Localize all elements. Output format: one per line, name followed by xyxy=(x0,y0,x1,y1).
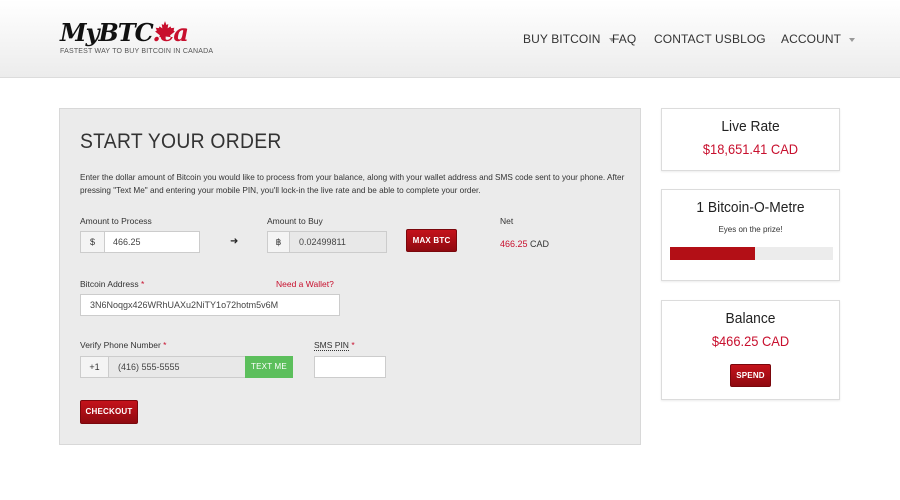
nav-contact-us[interactable]: CONTACT US xyxy=(654,32,732,46)
order-description: Enter the dollar amount of Bitcoin you w… xyxy=(80,173,625,195)
text-me-button[interactable]: TEXT ME xyxy=(245,356,293,378)
bitcoin-address-label-text: Bitcoin Address xyxy=(80,279,139,289)
amount-buy-input[interactable]: ฿ 0.02499811 xyxy=(267,231,387,253)
site-header: MyBTC.ca FASTEST WAY TO BUY BITCOIN IN C… xyxy=(0,0,900,78)
nav-blog[interactable]: BLOG xyxy=(732,32,766,46)
order-panel: START YOUR ORDER Enter the dollar amount… xyxy=(59,108,641,445)
meter-subtitle: Eyes on the prize! xyxy=(718,225,783,234)
required-mark: * xyxy=(163,340,167,350)
bitcoin-o-metre-card: 1 Bitcoin-O-Metre Eyes on the prize! xyxy=(661,189,840,281)
nav-account[interactable]: ACCOUNT xyxy=(781,32,856,46)
net-value: 466.25 CAD xyxy=(500,239,549,249)
dollar-prefix: $ xyxy=(81,232,105,252)
live-rate-title: Live Rate xyxy=(721,118,780,135)
sms-pin-input[interactable] xyxy=(314,356,386,378)
balance-title: Balance xyxy=(725,310,776,327)
need-wallet-link[interactable]: Need a Wallet? xyxy=(276,279,334,289)
bitcoin-address-label: Bitcoin Address * xyxy=(80,279,144,289)
phone-country-prefix: +1 xyxy=(81,357,109,377)
balance-value: $466.25 CAD xyxy=(711,333,790,349)
maple-leaf-icon xyxy=(155,21,175,41)
amount-buy-value: 0.02499811 xyxy=(299,237,346,247)
meter-title: 1 Bitcoin-O-Metre xyxy=(696,199,805,216)
sms-pin-label-text: SMS PIN xyxy=(314,340,349,351)
live-rate-card: Live Rate $18,651.41 CAD xyxy=(661,108,840,171)
nav-faq-label: FAQ xyxy=(612,32,637,46)
max-btc-button[interactable]: MAX BTC xyxy=(406,229,457,252)
arrow-right-icon: ➜ xyxy=(230,236,239,247)
phone-label-text: Verify Phone Number xyxy=(80,340,161,350)
logo-main: BTC xyxy=(98,18,154,47)
checkout-button[interactable]: CHECKOUT xyxy=(80,400,138,424)
spend-button[interactable]: SPEND xyxy=(730,364,771,387)
live-rate-value: $18,651.41 CAD xyxy=(702,141,799,157)
site-logo[interactable]: MyBTC.ca FASTEST WAY TO BUY BITCOIN IN C… xyxy=(60,18,230,58)
required-mark: * xyxy=(351,340,355,350)
nav-buy-bitcoin[interactable]: BUY BITCOIN xyxy=(523,32,615,46)
net-amount: 466.25 xyxy=(500,239,528,249)
progress-bar xyxy=(670,247,833,260)
amount-buy-label: Amount to Buy xyxy=(267,216,323,226)
net-label: Net xyxy=(500,216,514,226)
required-mark: * xyxy=(140,279,145,289)
bitcoin-prefix: ฿ xyxy=(268,232,290,252)
logo-prefix: My xyxy=(60,18,100,47)
amount-process-value: 466.25 xyxy=(113,237,141,247)
amount-process-label: Amount to Process xyxy=(80,216,152,226)
nav-blog-label: BLOG xyxy=(732,32,766,46)
phone-input[interactable]: +1 (416) 555-5555 xyxy=(80,356,246,378)
chevron-down-icon xyxy=(849,37,856,42)
amount-process-input[interactable]: $ 466.25 xyxy=(80,231,200,253)
net-currency: CAD xyxy=(530,239,550,249)
logo-tagline: FASTEST WAY TO BUY BITCOIN IN CANADA xyxy=(60,48,214,55)
balance-card: Balance $466.25 CAD SPEND xyxy=(661,300,840,400)
nav-contact-us-label: CONTACT US xyxy=(654,32,732,46)
bitcoin-address-value: 3N6Noqgx426WRhUAXu2NiTY1o72hotm5v6M xyxy=(90,300,279,310)
phone-value: (416) 555-5555 xyxy=(118,362,180,372)
bitcoin-address-input[interactable]: 3N6Noqgx426WRhUAXu2NiTY1o72hotm5v6M xyxy=(80,294,340,316)
nav-account-label: ACCOUNT xyxy=(781,32,842,46)
phone-label: Verify Phone Number * xyxy=(80,340,166,350)
sms-pin-label: SMS PIN * xyxy=(314,340,355,351)
nav-buy-bitcoin-label: BUY BITCOIN xyxy=(523,32,601,46)
progress-bar-fill xyxy=(670,247,755,260)
order-title: START YOUR ORDER xyxy=(80,130,282,153)
nav-faq[interactable]: FAQ xyxy=(612,32,636,46)
